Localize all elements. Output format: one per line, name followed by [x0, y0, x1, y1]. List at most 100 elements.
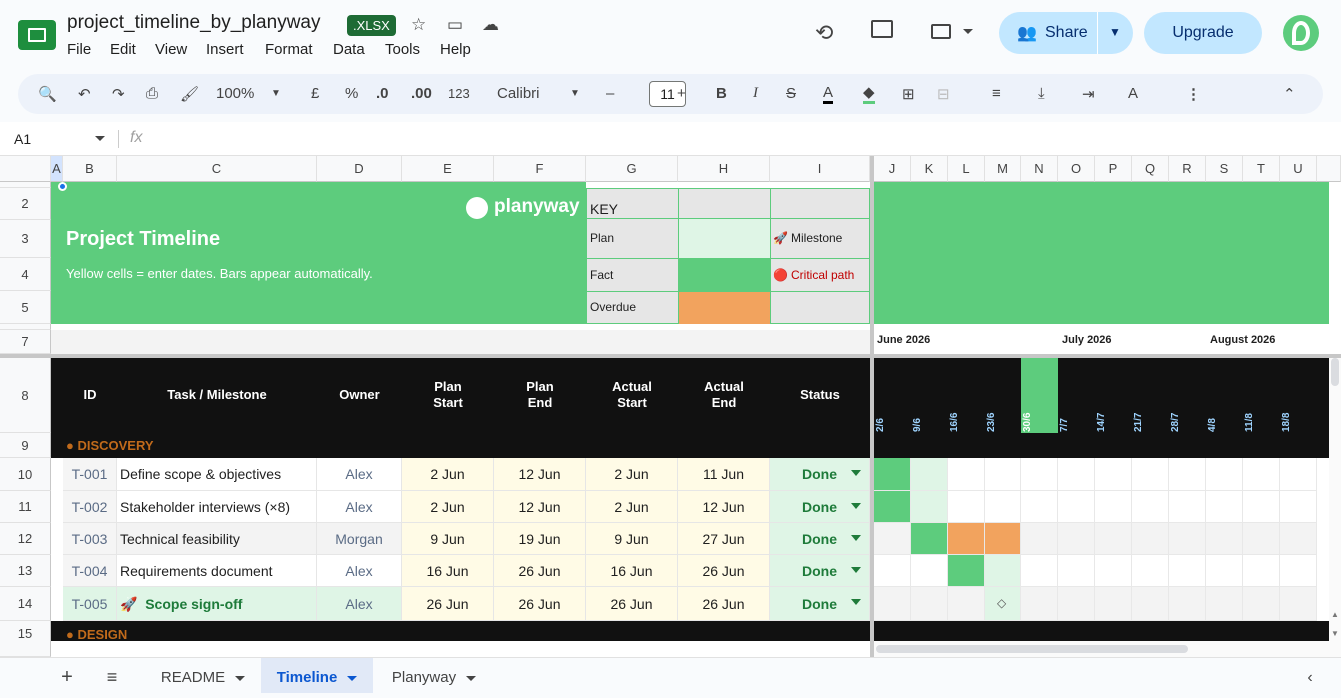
gantt-cell[interactable] [874, 523, 911, 555]
sheet-tab-readme[interactable]: README [146, 658, 260, 693]
gantt-cell[interactable] [948, 523, 985, 555]
menu-insert[interactable]: Insert [206, 41, 244, 58]
col-header-v[interactable] [1317, 156, 1341, 182]
upgrade-button[interactable]: Upgrade [1144, 12, 1262, 54]
font-dropdown-icon[interactable]: ▼ [570, 88, 580, 99]
plan-start-cell[interactable]: 26 Jun [402, 587, 494, 621]
task-name[interactable]: Define scope & objectives [117, 458, 317, 491]
gantt-cell[interactable] [1280, 587, 1317, 621]
status-dropdown[interactable]: Done [770, 587, 870, 621]
plan-end-cell[interactable]: 19 Jun [494, 523, 586, 555]
row-header-2[interactable]: 2 [0, 188, 51, 220]
gantt-cell[interactable] [948, 491, 985, 523]
row-header-5[interactable]: 5 [0, 291, 51, 324]
gantt-cell[interactable] [985, 491, 1021, 523]
menu-format[interactable]: Format [265, 41, 313, 58]
text-rotation-icon[interactable]: A [1128, 85, 1138, 102]
scroll-tabs-left-icon[interactable]: ‹ [1300, 658, 1320, 693]
gantt-cell[interactable] [911, 523, 948, 555]
plan-start-cell[interactable]: 2 Jun [402, 458, 494, 491]
gantt-cell[interactable] [948, 587, 985, 621]
redo-icon[interactable]: ↷ [112, 85, 125, 103]
col-header-d[interactable]: D [317, 156, 402, 182]
actual-start-cell[interactable]: 2 Jun [586, 458, 678, 491]
actual-start-cell[interactable]: 26 Jun [586, 587, 678, 621]
row-header-3[interactable]: 3 [0, 220, 51, 258]
borders-icon[interactable]: ⊞ [902, 85, 915, 103]
more-options-icon[interactable]: ⋮ [1186, 85, 1201, 103]
gantt-cell[interactable] [1169, 491, 1206, 523]
all-sheets-icon[interactable]: ≡ [100, 658, 124, 693]
row-header-10[interactable]: 10 [0, 458, 51, 491]
gantt-cell[interactable] [1095, 523, 1132, 555]
gantt-cell[interactable] [1132, 587, 1169, 621]
task-id[interactable]: T-002 [63, 491, 117, 523]
menu-data[interactable]: Data [333, 41, 365, 58]
gantt-cell[interactable] [1132, 458, 1169, 491]
gantt-cell[interactable] [948, 458, 985, 491]
gantt-cell[interactable] [1021, 491, 1058, 523]
gantt-cell[interactable] [1206, 523, 1243, 555]
vertical-scrollbar[interactable] [1329, 358, 1341, 641]
text-wrapping-icon[interactable]: ⇥ [1082, 85, 1095, 103]
share-button[interactable]: 👥 Share ▼ [999, 12, 1133, 54]
name-box[interactable]: A1 [14, 131, 31, 147]
col-header-o[interactable]: O [1058, 156, 1095, 182]
gantt-cell[interactable] [874, 458, 911, 491]
gantt-cell[interactable] [1243, 587, 1280, 621]
zoom-dropdown-icon[interactable]: ▼ [271, 88, 281, 99]
move-folder-icon[interactable]: ▭ [447, 15, 463, 35]
col-header-a[interactable]: A [51, 156, 63, 182]
gantt-cell[interactable] [1169, 555, 1206, 587]
task-name[interactable]: Requirements document [117, 555, 317, 587]
gantt-cell[interactable] [1021, 555, 1058, 587]
menu-view[interactable]: View [155, 41, 187, 58]
gantt-cell[interactable] [948, 555, 985, 587]
plan-start-cell[interactable]: 9 Jun [402, 523, 494, 555]
gantt-cell[interactable] [911, 555, 948, 587]
gantt-cell[interactable] [1021, 458, 1058, 491]
currency-format-button[interactable]: £ [311, 85, 319, 102]
gantt-cell[interactable] [911, 587, 948, 621]
actual-start-cell[interactable]: 9 Jun [586, 523, 678, 555]
status-dropdown[interactable]: Done [770, 491, 870, 523]
plan-end-cell[interactable]: 12 Jun [494, 491, 586, 523]
gantt-cell[interactable] [985, 523, 1021, 555]
col-header-m[interactable]: M [985, 156, 1021, 182]
font-select[interactable]: Calibri [497, 85, 540, 102]
gantt-cell[interactable] [1243, 523, 1280, 555]
gantt-cell[interactable] [1169, 587, 1206, 621]
actual-end-cell[interactable]: 27 Jun [678, 523, 770, 555]
actual-start-cell[interactable]: 2 Jun [586, 491, 678, 523]
zoom-select[interactable]: 100% [216, 85, 254, 102]
more-formats-button[interactable]: 123 [448, 86, 470, 101]
gantt-cell[interactable] [1280, 491, 1317, 523]
col-header-u[interactable]: U [1280, 156, 1317, 182]
name-box-dropdown-icon[interactable] [95, 136, 105, 141]
cloud-status-icon[interactable]: ☁ [482, 15, 499, 35]
gantt-cell[interactable] [1206, 587, 1243, 621]
col-header-t[interactable]: T [1243, 156, 1280, 182]
col-header-c[interactable]: C [117, 156, 317, 182]
task-id[interactable]: T-003 [63, 523, 117, 555]
actual-end-cell[interactable]: 11 Jun [678, 458, 770, 491]
gantt-cell[interactable] [911, 458, 948, 491]
plan-start-cell[interactable]: 16 Jun [402, 555, 494, 587]
col-header-h[interactable]: H [678, 156, 770, 182]
task-id[interactable]: T-005 [63, 587, 117, 621]
row-header-9[interactable]: 9 [0, 433, 51, 458]
scroll-up-arrow-icon[interactable]: ▲ [1331, 610, 1339, 619]
gantt-cell[interactable] [1206, 491, 1243, 523]
gantt-cell[interactable] [985, 458, 1021, 491]
star-icon[interactable]: ☆ [411, 15, 426, 35]
row-header-14[interactable]: 14 [0, 587, 51, 621]
col-header-k[interactable]: K [911, 156, 948, 182]
row-header-8[interactable]: 8 [0, 358, 51, 433]
version-history-icon[interactable]: ⟲ [815, 20, 833, 46]
gantt-cell[interactable] [1021, 587, 1058, 621]
gantt-cell[interactable] [1058, 523, 1095, 555]
col-header-s[interactable]: S [1206, 156, 1243, 182]
search-menus-icon[interactable]: 🔍 [38, 85, 57, 103]
gantt-cell[interactable] [1206, 458, 1243, 491]
task-owner[interactable]: Alex [317, 555, 402, 587]
